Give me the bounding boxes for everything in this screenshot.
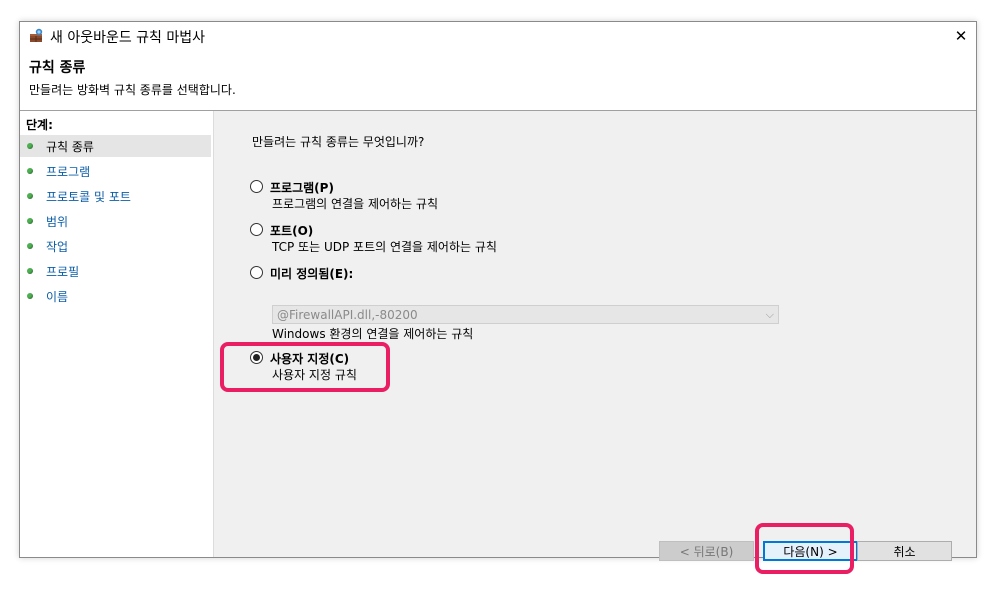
sidebar-item-label: 범위 [46,214,69,229]
page-subtitle: 만들려는 방화벽 규칙 종류를 선택합니다. [29,83,236,97]
wizard-window: 새 아웃바운드 규칙 마법사 ✕ 규칙 종류 만들려는 방화벽 규칙 종류를 선… [19,21,977,574]
sidebar-item-label: 프로그램 [46,164,91,179]
step-bullet-icon [27,218,33,224]
custom-option-highlight [220,342,390,392]
steps-sidebar: 단계: 규칙 종류 프로그램 프로토콜 및 포트 범위 작업 프로필 이름 [20,111,214,557]
sidebar-item-action[interactable]: 작업 [20,235,211,257]
page-title: 규칙 종류 [29,60,86,76]
step-bullet-icon [27,293,33,299]
step-bullet-icon [27,193,33,199]
step-bullet-icon [27,243,33,249]
sidebar-item-label: 프로토콜 및 포트 [46,189,131,204]
rule-type-question: 만들려는 규칙 종류는 무엇입니까? [252,135,425,149]
firewall-icon [30,28,43,42]
option-label: 미리 정의됨(E): [270,267,354,281]
title-bar: 새 아웃바운드 규칙 마법사 ✕ [20,22,976,50]
predefined-select-value: @FirewallAPI.dll,-80200 [277,307,418,322]
sidebar-item-rule-type[interactable]: 규칙 종류 [20,135,211,157]
close-button[interactable]: ✕ [946,22,976,50]
option-label: 프로그램(P) [270,181,334,195]
sidebar-item-protocol-port[interactable]: 프로토콜 및 포트 [20,185,211,207]
option-description: TCP 또는 UDP 포트의 연결을 제어하는 규칙 [272,240,497,254]
option-label: 포트(O) [270,224,314,238]
radio-program[interactable] [250,180,263,193]
chevron-down-icon: ⌵ [765,308,774,321]
sidebar-item-profile[interactable]: 프로필 [20,260,211,282]
step-bullet-icon [27,143,33,149]
next-button-highlight [755,523,854,574]
radio-port[interactable] [250,223,263,236]
sidebar-item-name[interactable]: 이름 [20,285,211,307]
sidebar-item-program[interactable]: 프로그램 [20,160,211,182]
wizard-content: 만들려는 규칙 종류는 무엇입니까? 프로그램(P) 프로그램의 연결을 제어하… [214,111,976,574]
option-description: 프로그램의 연결을 제어하는 규칙 [272,197,439,211]
wizard-header: 규칙 종류 만들려는 방화벽 규칙 종류를 선택합니다. [20,50,976,111]
sidebar-item-label: 규칙 종류 [46,139,94,154]
cancel-button[interactable]: 취소 [857,541,952,561]
sidebar-item-label: 작업 [46,239,69,254]
back-button[interactable]: < 뒤로(B) [659,541,754,561]
radio-predefined[interactable] [250,266,263,279]
predefined-rule-select[interactable]: @FirewallAPI.dll,-80200 ⌵ [272,305,779,324]
steps-label: 단계: [26,118,53,132]
sidebar-item-label: 프로필 [46,264,80,279]
close-icon: ✕ [954,27,968,45]
option-description: Windows 환경의 연결을 제어하는 규칙 [272,327,474,341]
sidebar-item-scope[interactable]: 범위 [20,210,211,232]
step-bullet-icon [27,168,33,174]
sidebar-item-label: 이름 [46,289,69,304]
step-bullet-icon [27,268,33,274]
window-title: 새 아웃바운드 규칙 마법사 [50,30,206,46]
